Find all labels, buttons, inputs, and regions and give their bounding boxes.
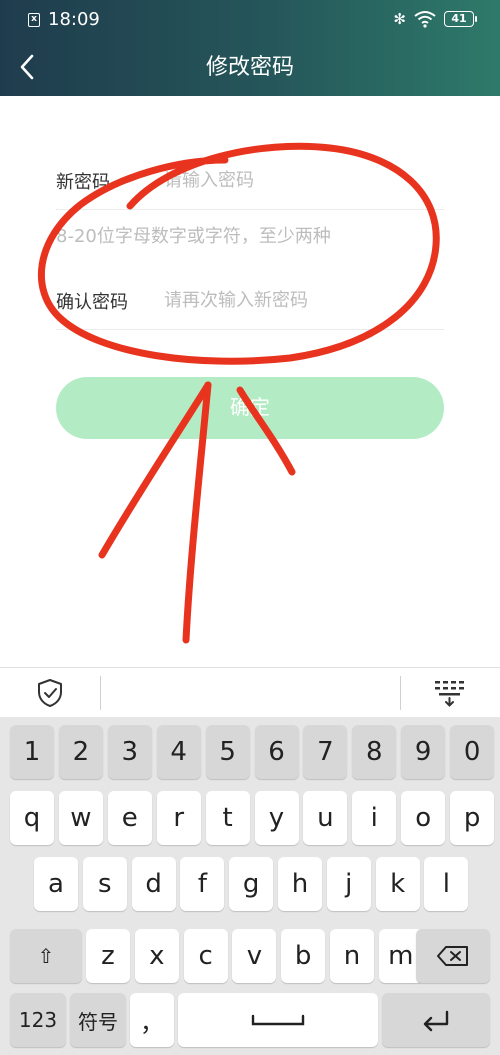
wifi-icon <box>414 11 436 28</box>
key-g[interactable]: g <box>229 857 274 911</box>
key-c[interactable]: c <box>183 929 228 983</box>
page-title: 修改密码 <box>205 55 294 80</box>
key-e[interactable]: e <box>107 791 152 845</box>
confirm-password-label: 确认密码 <box>56 291 128 313</box>
app-header: x 18:09 ✻ 41 修改密码 <box>0 0 500 96</box>
key-k[interactable]: k <box>375 857 420 911</box>
key-j[interactable]: j <box>326 857 371 911</box>
key-1[interactable]: 1 <box>10 725 54 779</box>
key-6[interactable]: 6 <box>254 725 299 779</box>
key-7[interactable]: 7 <box>303 725 348 779</box>
key-l[interactable]: l <box>424 857 469 911</box>
soft-keyboard: 1234567890qwertyuiopasdfghjklzxcvbnm ⇧ 1… <box>0 717 500 1055</box>
comma-key[interactable]: ， <box>130 993 174 1047</box>
enter-icon <box>423 1010 449 1032</box>
key-b[interactable]: b <box>281 929 326 983</box>
key-p[interactable]: p <box>450 791 495 845</box>
toolbar-divider-right <box>400 676 401 710</box>
key-d[interactable]: d <box>131 857 176 911</box>
key-3[interactable]: 3 <box>107 725 152 779</box>
backspace-icon <box>437 946 468 966</box>
key-5[interactable]: 5 <box>205 725 250 779</box>
confirm-password-row: 确认密码 <box>56 272 444 330</box>
status-right: ✻ 41 <box>393 9 477 29</box>
key-9[interactable]: 9 <box>401 725 446 779</box>
key-i[interactable]: i <box>352 791 397 845</box>
password-hint: 8-20位字母数字或字符，至少两种 <box>56 226 331 247</box>
shield-check-icon[interactable] <box>36 678 64 708</box>
key-t[interactable]: t <box>205 791 250 845</box>
key-y[interactable]: y <box>254 791 299 845</box>
status-left: x 18:09 <box>28 9 100 31</box>
enter-key[interactable] <box>382 993 490 1047</box>
red-annotation-overlay <box>37 142 440 644</box>
key-z[interactable]: z <box>86 929 130 983</box>
key-x[interactable]: x <box>134 929 179 983</box>
key-a[interactable]: a <box>34 857 78 911</box>
hide-keyboard-icon[interactable] <box>432 678 470 708</box>
key-o[interactable]: o <box>401 791 446 845</box>
numbers-mode-key[interactable]: 123 <box>10 993 66 1047</box>
key-r[interactable]: r <box>156 791 201 845</box>
key-v[interactable]: v <box>232 929 277 983</box>
symbols-mode-key[interactable]: 符号 <box>70 993 126 1047</box>
key-h[interactable]: h <box>278 857 322 911</box>
bluetooth-icon: ✻ <box>393 10 406 28</box>
space-key[interactable] <box>178 993 378 1047</box>
key-2[interactable]: 2 <box>58 725 103 779</box>
key-8[interactable]: 8 <box>352 725 397 779</box>
key-n[interactable]: n <box>330 929 374 983</box>
new-password-label: 新密码 <box>56 171 110 193</box>
key-f[interactable]: f <box>180 857 225 911</box>
key-s[interactable]: s <box>82 857 127 911</box>
sim-card-icon: x <box>28 13 40 27</box>
confirm-password-input[interactable] <box>164 290 444 311</box>
key-0[interactable]: 0 <box>450 725 495 779</box>
key-w[interactable]: w <box>58 791 103 845</box>
toolbar-divider-left <box>100 676 101 710</box>
new-password-input[interactable] <box>164 170 444 191</box>
keyboard-toolbar <box>0 667 500 717</box>
new-password-row: 新密码 <box>56 152 444 210</box>
key-q[interactable]: q <box>10 791 54 845</box>
battery-icon: 41 <box>444 11 477 27</box>
key-4[interactable]: 4 <box>156 725 201 779</box>
key-u[interactable]: u <box>303 791 348 845</box>
shift-key[interactable]: ⇧ <box>10 929 82 983</box>
status-time: 18:09 <box>48 9 100 30</box>
nav-bar: 修改密码 <box>0 40 500 96</box>
status-bar: x 18:09 ✻ 41 <box>0 0 500 40</box>
space-bar-icon <box>251 1014 305 1026</box>
backspace-key[interactable] <box>416 929 490 983</box>
confirm-button[interactable]: 确定 <box>56 377 444 439</box>
